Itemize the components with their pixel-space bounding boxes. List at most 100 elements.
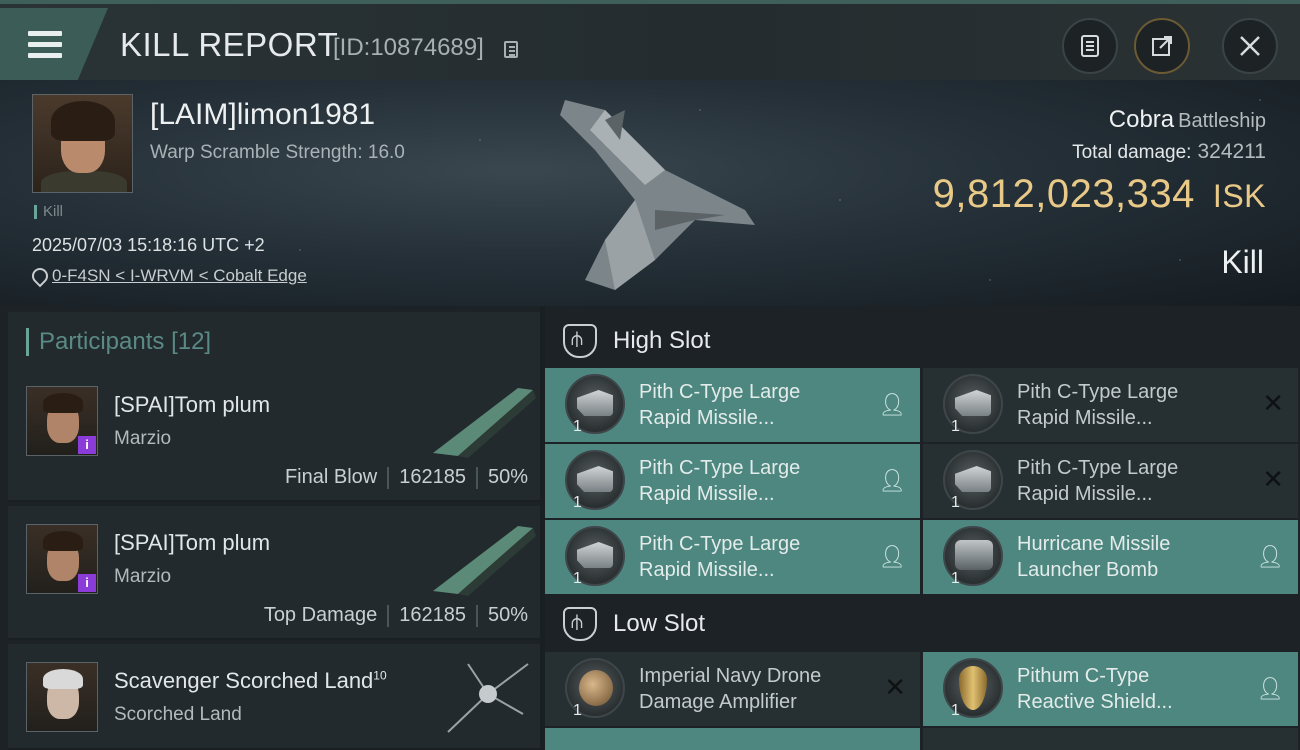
participant-avatar: i xyxy=(26,386,98,456)
warp-scramble-strength: Warp Scramble Strength: 16.0 xyxy=(150,142,405,163)
missile-launcher-icon: 1 xyxy=(561,446,631,516)
participant-ship-image xyxy=(433,526,536,596)
participant-corp: Marzio xyxy=(114,566,172,587)
victim-banner: [LAIM]limon1981 Warp Scramble Strength: … xyxy=(0,80,1300,306)
participant-avatar: i xyxy=(26,524,98,594)
item-name-line1: Pithum C-Type xyxy=(1017,665,1150,687)
victim-avatar[interactable] xyxy=(32,94,133,193)
module-item-partial[interactable] xyxy=(923,728,1298,750)
report-button[interactable] xyxy=(1062,18,1118,74)
module-item[interactable]: 1 Pith C-Type Large Rapid Missile... 👤︎ xyxy=(545,520,920,594)
module-item-partial[interactable] xyxy=(545,728,920,750)
person-icon: 👤︎ xyxy=(878,544,906,569)
item-qty: 1 xyxy=(573,570,582,587)
participant-stats: Final Blow 162185 50% xyxy=(285,466,528,489)
info-badge-icon: i xyxy=(78,574,96,592)
participant-name: Scavenger Scorched Land10 xyxy=(114,668,387,694)
low-slot-header: Low Slot xyxy=(545,595,1300,653)
item-name: Pith C-Type Large Rapid Missile... xyxy=(639,379,874,431)
item-qty: 1 xyxy=(573,494,582,511)
bomb-launcher-icon: 1 xyxy=(939,522,1009,592)
item-name: Hurricane Missile Launcher Bomb xyxy=(1017,531,1252,583)
missile-launcher-icon: 1 xyxy=(561,522,631,592)
participants-panel: Participants [12] i [SPAI]Tom plum Marzi… xyxy=(0,306,540,750)
item-name-line2: Reactive Shield... xyxy=(1017,691,1173,713)
close-button[interactable] xyxy=(1222,18,1278,74)
participant-row[interactable]: i [SPAI]Tom plum Marzio Top Damage 16218… xyxy=(8,506,540,640)
participant-role: Final Blow xyxy=(284,466,378,488)
location-pin-icon xyxy=(32,268,44,284)
header-bar: KILL REPORT [ID:10874689] xyxy=(0,0,1300,80)
drone-amplifier-icon: 1 xyxy=(561,654,631,724)
participant-avatar xyxy=(26,662,98,732)
clipboard-icon xyxy=(1081,35,1099,57)
item-name-line1: Pith C-Type Large xyxy=(1017,381,1179,403)
participant-percent: 50% xyxy=(487,466,528,488)
module-item[interactable]: 1 Pithum C-Type Reactive Shield... 👤︎ xyxy=(923,652,1298,726)
item-qty: 1 xyxy=(951,418,960,435)
item-name-line2: Launcher Bomb xyxy=(1017,559,1159,581)
item-name-line1: Imperial Navy Drone xyxy=(639,665,822,687)
item-name: Imperial Navy Drone Damage Amplifier xyxy=(639,663,874,715)
x-icon: ✕ xyxy=(1262,464,1284,494)
participant-damage: 162185 xyxy=(399,466,466,488)
isk-value: 9,812,023,334 ISK xyxy=(933,172,1266,217)
module-item[interactable]: 1 Pith C-Type Large Rapid Missile... 👤︎ xyxy=(545,444,920,518)
accent-bar xyxy=(26,328,29,356)
missile-launcher-icon: 1 xyxy=(939,370,1009,440)
item-name-line2: Rapid Missile... xyxy=(1017,483,1153,505)
module-item[interactable]: 1 Hurricane Missile Launcher Bomb 👤︎ xyxy=(923,520,1298,594)
page-title: KILL REPORT xyxy=(120,26,339,63)
item-name: Pithum C-Type Reactive Shield... xyxy=(1017,663,1252,715)
module-item[interactable]: 1 Pith C-Type Large Rapid Missile... ✕ xyxy=(923,444,1298,518)
person-icon: 👤︎ xyxy=(1256,544,1284,569)
victim-name[interactable]: [LAIM]limon1981 xyxy=(150,98,375,132)
module-item[interactable]: 1 Imperial Navy Drone Damage Amplifier ✕ xyxy=(545,652,920,726)
item-name-line2: Rapid Missile... xyxy=(639,407,775,429)
fitting-panel: High Slot 1 Pith C-Type Large Rapid Missi… xyxy=(545,306,1300,750)
share-button[interactable] xyxy=(1134,18,1190,74)
shield-hardener-icon: 1 xyxy=(939,654,1009,724)
participant-role: Top Damage xyxy=(263,604,378,626)
item-name-line1: Pith C-Type Large xyxy=(1017,457,1179,479)
participant-ship-image xyxy=(447,663,529,733)
participant-row[interactable]: i [SPAI]Tom plum Marzio Final Blow 16218… xyxy=(8,368,540,502)
participant-corp: Marzio xyxy=(114,428,172,449)
ship-name[interactable]: Cobra xyxy=(1109,106,1174,133)
participant-name: [SPAI]Tom plum xyxy=(114,530,271,555)
participant-name: [SPAI]Tom plum xyxy=(114,392,271,417)
total-damage-value: 324211 xyxy=(1197,140,1266,163)
item-name-line1: Pith C-Type Large xyxy=(639,533,801,555)
participant-row[interactable]: Scavenger Scorched Land10 Scorched Land xyxy=(8,644,540,750)
participant-name-text: Scavenger Scorched Land xyxy=(114,668,374,693)
hamburger-icon xyxy=(28,30,62,58)
person-icon: 👤︎ xyxy=(878,468,906,493)
high-slot-icon xyxy=(563,324,597,358)
participant-ship-image xyxy=(433,388,536,458)
item-qty: 1 xyxy=(573,702,582,719)
item-name-line2: Rapid Missile... xyxy=(639,483,775,505)
copy-icon[interactable] xyxy=(504,41,518,58)
x-icon: ✕ xyxy=(1262,388,1284,418)
module-item[interactable]: 1 Pith C-Type Large Rapid Missile... ✕ xyxy=(923,368,1298,442)
item-name-line2: Rapid Missile... xyxy=(1017,407,1153,429)
isk-unit: ISK xyxy=(1212,178,1266,214)
participants-label: Participants xyxy=(39,328,165,355)
kill-location-link[interactable]: 0-F4SN < I-WRVM < Cobalt Edge xyxy=(32,266,307,286)
report-id: [ID:10874689] xyxy=(333,34,484,61)
menu-button[interactable] xyxy=(0,8,108,80)
item-name: Pith C-Type Large Rapid Missile... xyxy=(639,455,874,507)
total-damage-label: Total damage: xyxy=(1072,142,1192,163)
module-item[interactable]: 1 Pith C-Type Large Rapid Missile... 👤︎ xyxy=(545,368,920,442)
item-name-line2: Damage Amplifier xyxy=(639,691,797,713)
missile-launcher-icon: 1 xyxy=(939,446,1009,516)
participant-corp: Scorched Land xyxy=(114,704,242,725)
person-icon: 👤︎ xyxy=(1256,676,1284,701)
item-name-line1: Pith C-Type Large xyxy=(639,381,801,403)
isk-amount: 9,812,023,334 xyxy=(932,172,1195,216)
participant-percent: 50% xyxy=(487,604,528,626)
high-slot-label: High Slot xyxy=(613,327,711,354)
x-icon: ✕ xyxy=(884,672,906,702)
location-text: 0-F4SN < I-WRVM < Cobalt Edge xyxy=(52,266,307,285)
participants-header: Participants [12] xyxy=(8,312,540,372)
